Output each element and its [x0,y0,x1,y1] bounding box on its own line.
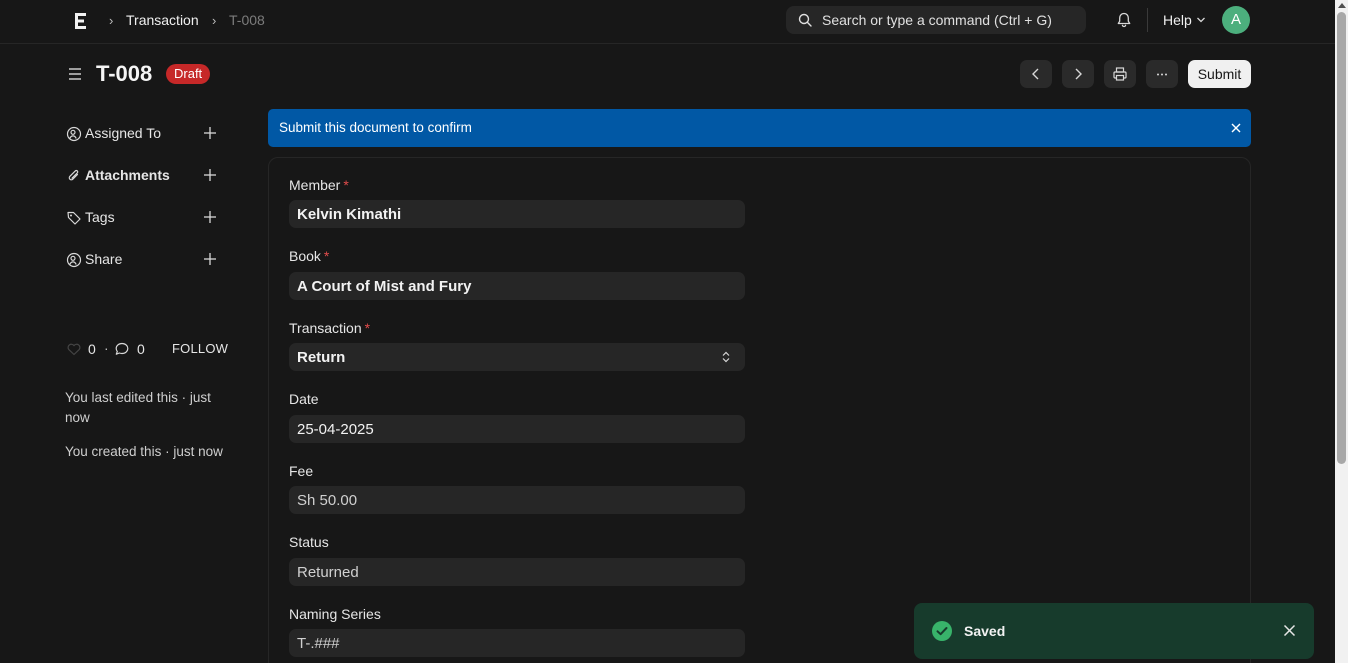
plus-icon[interactable] [203,210,217,224]
chevron-left-icon [1032,68,1039,80]
follow-button[interactable]: FOLLOW [172,341,228,356]
comments-count: 0 [137,341,145,357]
assign-user-icon [66,126,82,142]
book-label: Book * [289,248,330,264]
fee-field[interactable]: Sh 50.00 [289,486,745,514]
search-bar[interactable]: Search or type a command (Ctrl + G) [786,6,1086,34]
status-field[interactable]: Returned [289,558,745,586]
required-mark: * [323,248,330,264]
page-scrollbar[interactable] [1335,0,1348,663]
avatar[interactable]: A [1222,6,1250,34]
chevron-right-icon [1075,68,1082,80]
status-value: Returned [297,564,359,581]
form-card [268,157,1251,663]
chevron-right-icon: › [109,13,114,28]
transaction-value: Return [297,349,346,366]
submit-button[interactable]: Submit [1188,60,1251,88]
page-title: T-008 [96,61,153,86]
scroll-up-arrow-icon[interactable] [1338,3,1346,8]
sidebar-item-share[interactable]: Share [66,250,221,270]
printer-icon [1113,67,1127,81]
sidebar-item-attachments[interactable]: Attachments [66,166,221,186]
required-mark: * [343,177,349,193]
check-circle-icon [932,621,952,641]
tag-icon [67,211,81,225]
comment-icon[interactable] [114,341,130,357]
likes-count: 0 [88,341,96,357]
more-actions-button[interactable] [1146,60,1178,88]
status-badge: Draft [166,64,211,84]
sidebar-item-label: Assigned To [85,125,162,141]
member-field[interactable]: Kelvin Kimathi [289,200,745,228]
created-note: You created this · just now [65,444,223,459]
navbar-divider [1147,8,1148,32]
next-doc-button[interactable] [1062,60,1094,88]
plus-icon[interactable] [203,168,217,182]
breadcrumb-current-doc[interactable]: T-008 [229,12,265,28]
date-label: Date [289,391,319,407]
toast-message: Saved [964,623,1006,639]
naming-series-label: Naming Series [289,606,381,622]
bell-icon[interactable] [1115,11,1133,29]
date-value: 25-04-2025 [297,421,374,438]
chevron-down-icon[interactable] [1196,16,1206,24]
breadcrumb-transaction[interactable]: Transaction [126,12,199,28]
select-arrows-icon [722,351,730,363]
sidebar-item-label: Tags [85,209,115,225]
naming-series-value: T-.### [297,635,340,652]
frappe-logo-icon[interactable] [73,11,89,31]
member-label: Member * [289,177,349,193]
share-user-icon [66,252,82,268]
ellipsis-icon [1157,73,1167,76]
previous-doc-button[interactable] [1020,60,1052,88]
top-navbar: › Transaction › T-008 Search or type a c… [0,0,1335,44]
required-mark: * [364,320,371,336]
saved-toast: Saved [914,603,1314,659]
scrollbar-thumb[interactable] [1337,12,1346,464]
close-icon[interactable] [1283,624,1296,637]
transaction-select[interactable]: Return [289,343,745,371]
last-edited-note: You last edited this · just now [65,390,211,425]
member-value: Kelvin Kimathi [297,206,402,223]
paperclip-icon [68,169,79,181]
sidebar-item-assigned-to[interactable]: Assigned To [66,124,221,144]
status-label: Status [289,534,329,550]
help-menu-button[interactable]: Help [1163,12,1192,28]
fee-label: Fee [289,463,314,479]
sidebar-item-label: Attachments [85,167,170,183]
book-field[interactable]: A Court of Mist and Fury [289,272,745,300]
banner-text: Submit this document to confirm [279,120,472,135]
close-icon[interactable] [1230,122,1242,134]
plus-icon[interactable] [203,252,217,266]
heart-icon[interactable] [66,341,82,357]
search-placeholder: Search or type a command (Ctrl + G) [822,12,1052,28]
separator-dot: · [104,340,109,356]
sidebar-toggle-icon[interactable] [67,66,83,82]
sidebar-item-tags[interactable]: Tags [66,208,221,228]
date-field[interactable]: 25-04-2025 [289,415,745,443]
plus-icon[interactable] [203,126,217,140]
submit-reminder-banner: Submit this document to confirm [268,109,1251,147]
naming-series-field[interactable]: T-.### [289,629,745,657]
print-button[interactable] [1104,60,1136,88]
sidebar-item-label: Share [85,251,123,267]
search-icon [798,13,812,27]
book-value: A Court of Mist and Fury [297,278,472,295]
fee-value: Sh 50.00 [297,492,358,509]
chevron-right-icon: › [212,13,217,28]
transaction-label: Transaction * [289,320,371,336]
